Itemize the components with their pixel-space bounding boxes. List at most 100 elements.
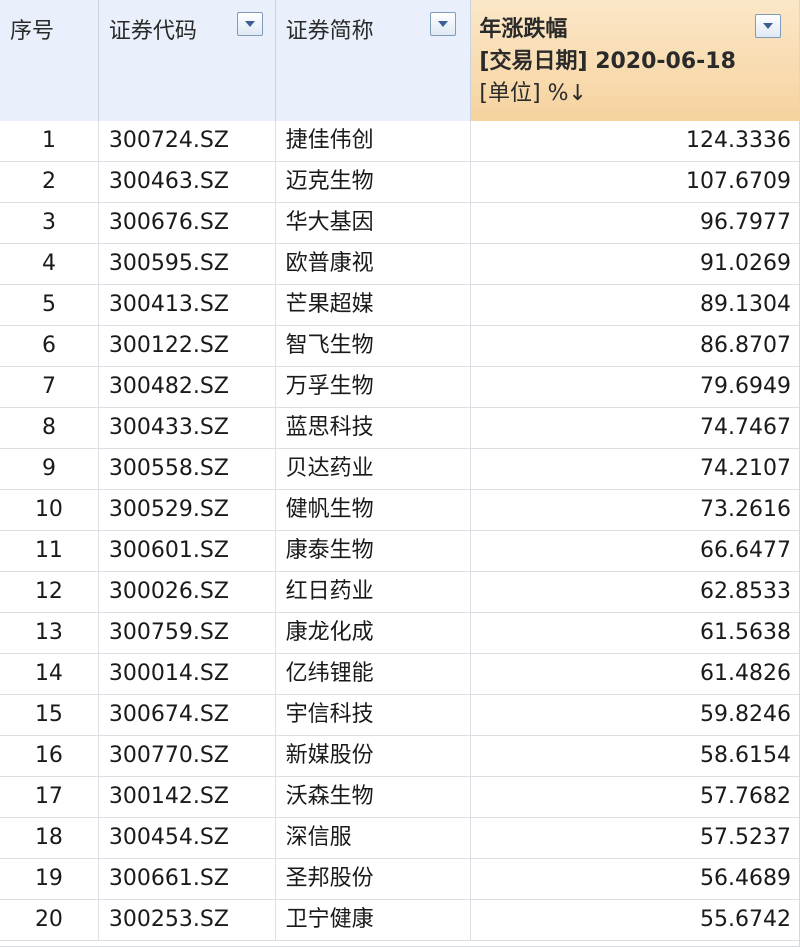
row-index-cell[interactable]: 12 bbox=[0, 572, 99, 612]
name-filter-dropdown-icon[interactable] bbox=[430, 12, 457, 36]
annual-change-cell[interactable]: 57.5237 bbox=[471, 818, 799, 858]
security-name-cell[interactable]: 康泰生物 bbox=[276, 531, 472, 571]
row-index-cell[interactable]: 9 bbox=[0, 449, 99, 489]
security-code-cell[interactable]: 300595.SZ bbox=[99, 244, 276, 284]
annual-change-cell[interactable]: 56.4689 bbox=[471, 859, 799, 899]
security-name-cell[interactable]: 卫宁健康 bbox=[276, 900, 472, 940]
row-index-cell[interactable]: 6 bbox=[0, 326, 99, 366]
annual-change-cell[interactable]: 57.7682 bbox=[471, 777, 799, 817]
change-filter-dropdown-icon[interactable] bbox=[755, 14, 781, 38]
security-code-cell[interactable]: 300674.SZ bbox=[99, 695, 276, 735]
table-row[interactable]: 8 300433.SZ 蓝思科技 74.7467 bbox=[0, 408, 799, 449]
security-name-cell[interactable]: 沃森生物 bbox=[276, 777, 472, 817]
column-header-code[interactable]: 证券代码 bbox=[98, 0, 276, 121]
table-row[interactable]: 20 300253.SZ 卫宁健康 55.6742 bbox=[0, 900, 799, 941]
column-header-name[interactable]: 证券简称 bbox=[275, 0, 472, 121]
security-name-cell[interactable]: 康龙化成 bbox=[276, 613, 472, 653]
security-code-cell[interactable]: 300759.SZ bbox=[99, 613, 276, 653]
annual-change-cell[interactable]: 61.4826 bbox=[471, 654, 799, 694]
annual-change-cell[interactable]: 61.5638 bbox=[471, 613, 799, 653]
row-index-cell[interactable]: 7 bbox=[0, 367, 99, 407]
annual-change-cell[interactable]: 74.7467 bbox=[471, 408, 799, 448]
table-row[interactable]: 5 300413.SZ 芒果超媒 89.1304 bbox=[0, 285, 799, 326]
security-name-cell[interactable]: 圣邦股份 bbox=[276, 859, 472, 899]
security-code-cell[interactable]: 300529.SZ bbox=[99, 490, 276, 530]
security-name-cell[interactable]: 芒果超媒 bbox=[276, 285, 472, 325]
row-index-cell[interactable]: 15 bbox=[0, 695, 99, 735]
annual-change-cell[interactable]: 91.0269 bbox=[471, 244, 799, 284]
annual-change-cell[interactable]: 79.6949 bbox=[471, 367, 799, 407]
table-row[interactable]: 11 300601.SZ 康泰生物 66.6477 bbox=[0, 531, 799, 572]
table-row[interactable]: 16 300770.SZ 新媒股份 58.6154 bbox=[0, 736, 799, 777]
security-code-cell[interactable]: 300026.SZ bbox=[99, 572, 276, 612]
security-code-cell[interactable]: 300482.SZ bbox=[99, 367, 276, 407]
table-row[interactable]: 4 300595.SZ 欧普康视 91.0269 bbox=[0, 244, 799, 285]
table-row[interactable]: 12 300026.SZ 红日药业 62.8533 bbox=[0, 572, 799, 613]
security-code-cell[interactable]: 300463.SZ bbox=[99, 162, 276, 202]
security-code-cell[interactable]: 300661.SZ bbox=[99, 859, 276, 899]
column-header-annual-change[interactable]: 年涨跌幅 [交易日期] 2020-06-18 [单位] %↓ bbox=[471, 0, 799, 121]
table-row[interactable]: 10 300529.SZ 健帆生物 73.2616 bbox=[0, 490, 799, 531]
row-index-cell[interactable]: 2 bbox=[0, 162, 99, 202]
annual-change-cell[interactable]: 66.6477 bbox=[471, 531, 799, 571]
table-row[interactable]: 13 300759.SZ 康龙化成 61.5638 bbox=[0, 613, 799, 654]
security-name-cell[interactable]: 宇信科技 bbox=[276, 695, 472, 735]
column-header-index[interactable]: 序号 bbox=[0, 0, 99, 121]
row-index-cell[interactable]: 16 bbox=[0, 736, 99, 776]
security-code-cell[interactable]: 300142.SZ bbox=[99, 777, 276, 817]
table-row[interactable]: 7 300482.SZ 万孚生物 79.6949 bbox=[0, 367, 799, 408]
security-name-cell[interactable]: 蓝思科技 bbox=[276, 408, 472, 448]
table-row[interactable]: 3 300676.SZ 华大基因 96.7977 bbox=[0, 203, 799, 244]
annual-change-cell[interactable]: 74.2107 bbox=[471, 449, 799, 489]
security-name-cell[interactable]: 智飞生物 bbox=[276, 326, 472, 366]
security-code-cell[interactable]: 300558.SZ bbox=[99, 449, 276, 489]
row-index-cell[interactable]: 11 bbox=[0, 531, 99, 571]
table-row[interactable]: 19 300661.SZ 圣邦股份 56.4689 bbox=[0, 859, 799, 900]
security-name-cell[interactable]: 深信服 bbox=[276, 818, 472, 858]
annual-change-cell[interactable]: 96.7977 bbox=[471, 203, 799, 243]
row-index-cell[interactable]: 18 bbox=[0, 818, 99, 858]
security-code-cell[interactable]: 300253.SZ bbox=[99, 900, 276, 940]
annual-change-cell[interactable]: 124.3336 bbox=[471, 121, 799, 161]
row-index-cell[interactable]: 8 bbox=[0, 408, 99, 448]
annual-change-cell[interactable]: 55.6742 bbox=[471, 900, 799, 940]
security-name-cell[interactable]: 新媒股份 bbox=[276, 736, 472, 776]
row-index-cell[interactable]: 17 bbox=[0, 777, 99, 817]
annual-change-cell[interactable]: 86.8707 bbox=[471, 326, 799, 366]
row-index-cell[interactable]: 4 bbox=[0, 244, 99, 284]
security-code-cell[interactable]: 300676.SZ bbox=[99, 203, 276, 243]
security-name-cell[interactable]: 亿纬锂能 bbox=[276, 654, 472, 694]
row-index-cell[interactable]: 3 bbox=[0, 203, 99, 243]
annual-change-cell[interactable]: 59.8246 bbox=[471, 695, 799, 735]
security-name-cell[interactable]: 华大基因 bbox=[276, 203, 472, 243]
table-row[interactable]: 1 300724.SZ 捷佳伟创 124.3336 bbox=[0, 121, 799, 162]
annual-change-cell[interactable]: 89.1304 bbox=[471, 285, 799, 325]
code-filter-dropdown-icon[interactable] bbox=[236, 12, 263, 36]
security-name-cell[interactable]: 迈克生物 bbox=[276, 162, 472, 202]
table-row[interactable]: 17 300142.SZ 沃森生物 57.7682 bbox=[0, 777, 799, 818]
table-row[interactable]: 14 300014.SZ 亿纬锂能 61.4826 bbox=[0, 654, 799, 695]
security-code-cell[interactable]: 300601.SZ bbox=[99, 531, 276, 571]
row-index-cell[interactable]: 19 bbox=[0, 859, 99, 899]
security-name-cell[interactable]: 万孚生物 bbox=[276, 367, 472, 407]
annual-change-cell[interactable]: 62.8533 bbox=[471, 572, 799, 612]
row-index-cell[interactable]: 20 bbox=[0, 900, 99, 940]
security-code-cell[interactable]: 300433.SZ bbox=[99, 408, 276, 448]
security-name-cell[interactable]: 捷佳伟创 bbox=[276, 121, 472, 161]
table-row[interactable]: 15 300674.SZ 宇信科技 59.8246 bbox=[0, 695, 799, 736]
table-row[interactable]: 6 300122.SZ 智飞生物 86.8707 bbox=[0, 326, 799, 367]
security-name-cell[interactable]: 红日药业 bbox=[276, 572, 472, 612]
security-code-cell[interactable]: 300770.SZ bbox=[99, 736, 276, 776]
row-index-cell[interactable]: 5 bbox=[0, 285, 99, 325]
security-code-cell[interactable]: 300122.SZ bbox=[99, 326, 276, 366]
row-index-cell[interactable]: 10 bbox=[0, 490, 99, 530]
security-code-cell[interactable]: 300413.SZ bbox=[99, 285, 276, 325]
row-index-cell[interactable]: 14 bbox=[0, 654, 99, 694]
annual-change-cell[interactable]: 107.6709 bbox=[471, 162, 799, 202]
table-row[interactable]: 18 300454.SZ 深信服 57.5237 bbox=[0, 818, 799, 859]
security-code-cell[interactable]: 300014.SZ bbox=[99, 654, 276, 694]
annual-change-cell[interactable]: 58.6154 bbox=[471, 736, 799, 776]
security-name-cell[interactable]: 欧普康视 bbox=[276, 244, 472, 284]
row-index-cell[interactable]: 13 bbox=[0, 613, 99, 653]
security-name-cell[interactable]: 健帆生物 bbox=[276, 490, 472, 530]
